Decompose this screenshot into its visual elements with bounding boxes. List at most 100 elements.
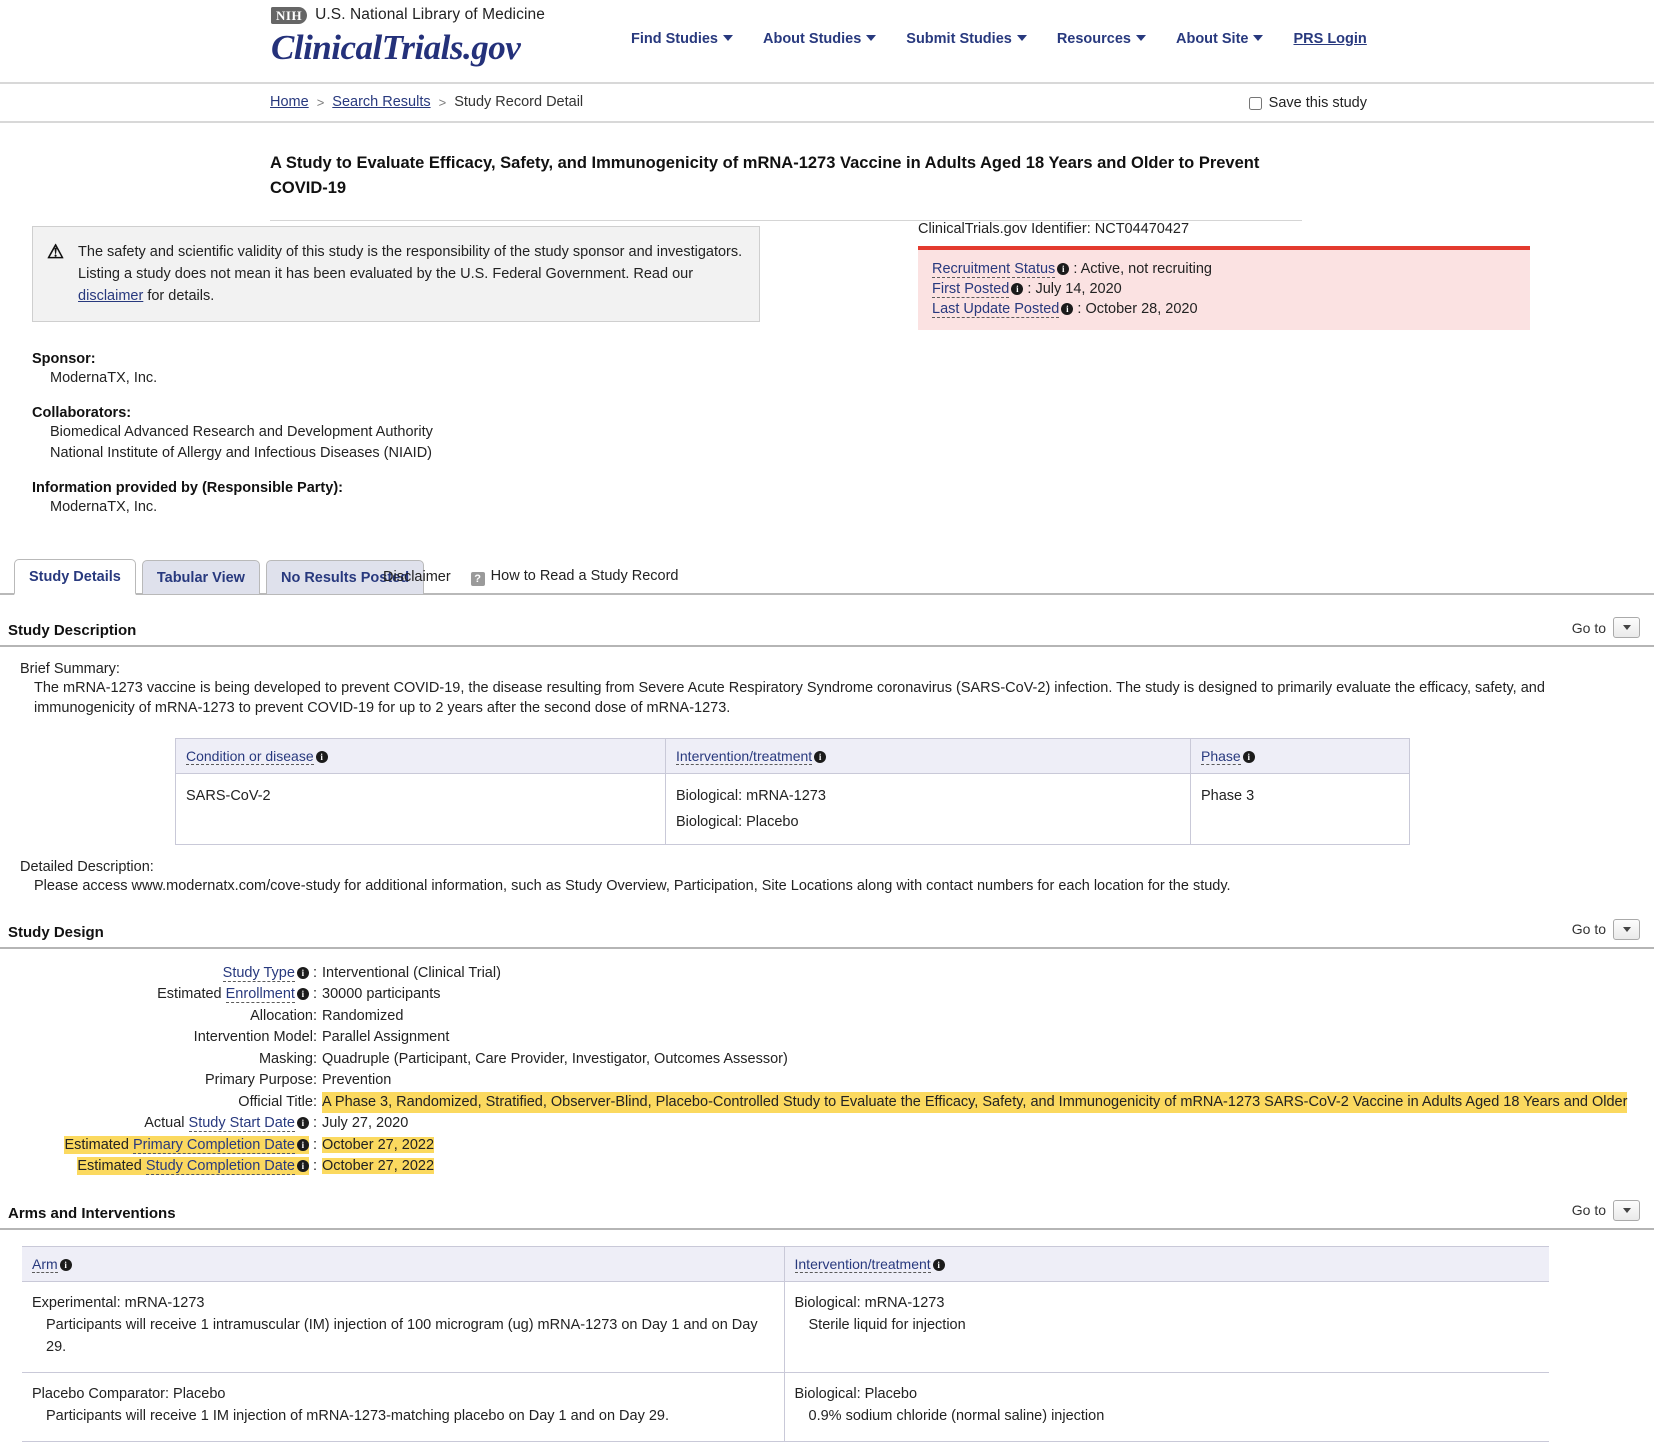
chevron-down-icon bbox=[866, 35, 877, 41]
info-icon[interactable]: i bbox=[59, 1258, 72, 1271]
goto-control[interactable]: Go to bbox=[1572, 918, 1640, 941]
design-row-primary-purpose: Primary Purpose: Prevention bbox=[0, 1070, 1654, 1092]
nct-identifier: ClinicalTrials.gov Identifier: NCT044704… bbox=[918, 221, 1190, 237]
study-description-header: Study Description Go to bbox=[0, 617, 1654, 647]
info-icon[interactable]: i bbox=[1242, 751, 1255, 763]
study-start-date-link[interactable]: Study Start Date bbox=[188, 1115, 295, 1132]
info-icon[interactable]: i bbox=[296, 966, 309, 979]
breadcrumb-search-results[interactable]: Search Results bbox=[332, 94, 430, 110]
header-phase: Phase i bbox=[1190, 738, 1410, 774]
breadcrumb-separator: > bbox=[438, 94, 447, 110]
arm-name: Placebo Comparator: Placebo bbox=[32, 1385, 226, 1402]
header-condition-or-disease: Condition or disease i bbox=[175, 738, 666, 774]
nav-about-site[interactable]: About Site bbox=[1176, 31, 1264, 47]
recruitment-status-link[interactable]: Recruitment Status bbox=[932, 261, 1056, 278]
info-icon[interactable]: i bbox=[1061, 303, 1074, 315]
study-type-link[interactable]: Study Type bbox=[222, 964, 295, 982]
disclaimer-text-part2: for details. bbox=[143, 288, 215, 304]
disclaimer-link[interactable]: disclaimer bbox=[78, 288, 143, 304]
design-value-study-start-date: July 27, 2020 bbox=[322, 1115, 409, 1131]
design-row-official-title: Official Title: A Phase 3, Randomized, S… bbox=[0, 1091, 1654, 1113]
info-icon[interactable]: i bbox=[315, 751, 328, 763]
status-row-first-posted: First Posted i : July 14, 2020 bbox=[932, 279, 1530, 299]
first-posted-link[interactable]: First Posted bbox=[932, 281, 1010, 298]
tab-tabular-view[interactable]: Tabular View bbox=[141, 560, 260, 595]
design-label-primary-purpose: Primary Purpose: bbox=[204, 1072, 317, 1088]
info-icon[interactable]: i bbox=[296, 1160, 309, 1172]
design-label: Estimated Enrollment i : bbox=[0, 984, 322, 1006]
nav-prs-login[interactable]: PRS Login bbox=[1293, 31, 1366, 47]
breadcrumb-home[interactable]: Home bbox=[270, 94, 309, 110]
study-completion-label-group: Estimated Study Completion Date i bbox=[77, 1157, 309, 1175]
goto-control[interactable]: Go to bbox=[1572, 617, 1640, 639]
how-to-read-link[interactable]: ? How to Read a Study Record bbox=[470, 568, 678, 586]
nav-submit-studies[interactable]: Submit Studies bbox=[906, 31, 1027, 47]
save-study-checkbox[interactable] bbox=[1248, 96, 1262, 110]
sponsor-heading: Sponsor: bbox=[32, 351, 96, 367]
design-label: Actual Study Start Date i : bbox=[0, 1113, 322, 1135]
cell-interventions: Biological: mRNA-1273 Biological: Placeb… bbox=[665, 773, 1191, 845]
save-this-study[interactable]: Save this study bbox=[1248, 95, 1367, 111]
info-icon[interactable]: i bbox=[932, 1258, 945, 1271]
detailed-description-text: Please access www.modernatx.com/cove-stu… bbox=[34, 878, 1231, 894]
responsible-party-heading: Information provided by (Responsible Par… bbox=[32, 480, 343, 496]
breadcrumb-current: Study Record Detail bbox=[454, 94, 584, 110]
nav-resources[interactable]: Resources bbox=[1057, 31, 1146, 47]
arms-interventions-heading: Arms and Interventions bbox=[8, 1204, 176, 1222]
disclaimer-tab-link[interactable]: Disclaimer bbox=[383, 569, 451, 585]
info-icon[interactable]: i bbox=[296, 1138, 309, 1151]
parties-section: Sponsor: ModernaTX, Inc. Collaborators: … bbox=[0, 343, 1654, 517]
tab-study-details[interactable]: Study Details bbox=[14, 559, 136, 595]
intervention-header-label[interactable]: Intervention/treatment bbox=[676, 748, 813, 765]
last-update-posted-link[interactable]: Last Update Posted bbox=[932, 301, 1060, 318]
info-icon[interactable]: i bbox=[296, 1117, 309, 1129]
study-completion-date-link[interactable]: Study Completion Date bbox=[145, 1158, 295, 1175]
breadcrumb-separator: > bbox=[316, 94, 325, 110]
responsible-party-value: ModernaTX, Inc. bbox=[50, 499, 158, 515]
goto-dropdown-button[interactable] bbox=[1613, 1199, 1640, 1221]
nav-about-studies-label: About Studies bbox=[763, 31, 862, 47]
design-value-intervention-model: Parallel Assignment bbox=[322, 1029, 450, 1045]
primary-completion-date-value: October 27, 2022 bbox=[322, 1136, 435, 1153]
arms-interventions-table: Arm i Intervention/treatment i Experimenta… bbox=[22, 1245, 1549, 1442]
design-value-official-title: A Phase 3, Randomized, Stratified, Obser… bbox=[322, 1091, 1628, 1113]
info-icon[interactable]: i bbox=[296, 988, 309, 1000]
site-branding[interactable]: NIH U.S. National Library of Medicine Cl… bbox=[271, 6, 545, 68]
design-row-study-completion-date: Estimated Study Completion Date i : Octob… bbox=[0, 1156, 1654, 1178]
primary-completion-date-link[interactable]: Primary Completion Date bbox=[132, 1136, 295, 1154]
start-date-prefix: Actual bbox=[144, 1115, 189, 1131]
enrollment-link[interactable]: Enrollment bbox=[225, 986, 295, 1003]
goto-dropdown-button[interactable] bbox=[1613, 918, 1640, 940]
info-icon[interactable]: i bbox=[814, 751, 827, 763]
goto-control[interactable]: Go to bbox=[1572, 1199, 1640, 1222]
nav-find-studies[interactable]: Find Studies bbox=[631, 31, 733, 47]
chevron-down-icon bbox=[1622, 625, 1631, 630]
phase-header-label[interactable]: Phase bbox=[1201, 748, 1241, 765]
disclaimer-text-part1: The safety and scientific validity of th… bbox=[78, 244, 743, 282]
info-icon[interactable]: i bbox=[1057, 263, 1070, 275]
arm-header-label[interactable]: Arm bbox=[32, 1255, 58, 1273]
status-row-recruitment: Recruitment Status i : Active, not recrui… bbox=[932, 259, 1530, 279]
goto-label: Go to bbox=[1571, 619, 1606, 636]
info-icon[interactable]: i bbox=[1011, 283, 1024, 295]
clinicaltrials-logo[interactable]: ClinicalTrials.gov bbox=[271, 28, 545, 68]
arm-name: Experimental: mRNA-1273 bbox=[32, 1294, 205, 1311]
nih-row: NIH U.S. National Library of Medicine bbox=[271, 6, 545, 24]
intervention-description: Sterile liquid for injection bbox=[808, 1316, 966, 1333]
cell-arm: Experimental: mRNA-1273 Participants wil… bbox=[22, 1281, 785, 1373]
design-label: Estimated Primary Completion Date i : bbox=[0, 1135, 322, 1157]
recruitment-status-box: Recruitment Status i : Active, not recrui… bbox=[918, 246, 1530, 330]
nav-about-studies[interactable]: About Studies bbox=[763, 31, 877, 47]
intervention-header-label[interactable]: Intervention/treatment bbox=[794, 1255, 931, 1273]
collaborators-heading: Collaborators: bbox=[32, 405, 132, 421]
breadcrumb: Home > Search Results > Study Record Det… bbox=[270, 94, 583, 110]
design-row-study-type: Study Type i : Interventional (Clinical T… bbox=[0, 963, 1654, 985]
collaborator-value: Biomedical Advanced Research and Develop… bbox=[50, 424, 433, 440]
design-label-intervention-model: Intervention Model: bbox=[193, 1029, 317, 1045]
goto-dropdown-button[interactable] bbox=[1613, 617, 1640, 638]
design-row-intervention-model: Intervention Model: Parallel Assignment bbox=[0, 1027, 1654, 1049]
cell-phase: Phase 3 bbox=[1190, 773, 1410, 845]
safety-disclaimer-text: The safety and scientific validity of th… bbox=[78, 241, 743, 307]
condition-header-label[interactable]: Condition or disease bbox=[186, 748, 314, 765]
design-row-allocation: Allocation: Randomized bbox=[0, 1006, 1654, 1028]
